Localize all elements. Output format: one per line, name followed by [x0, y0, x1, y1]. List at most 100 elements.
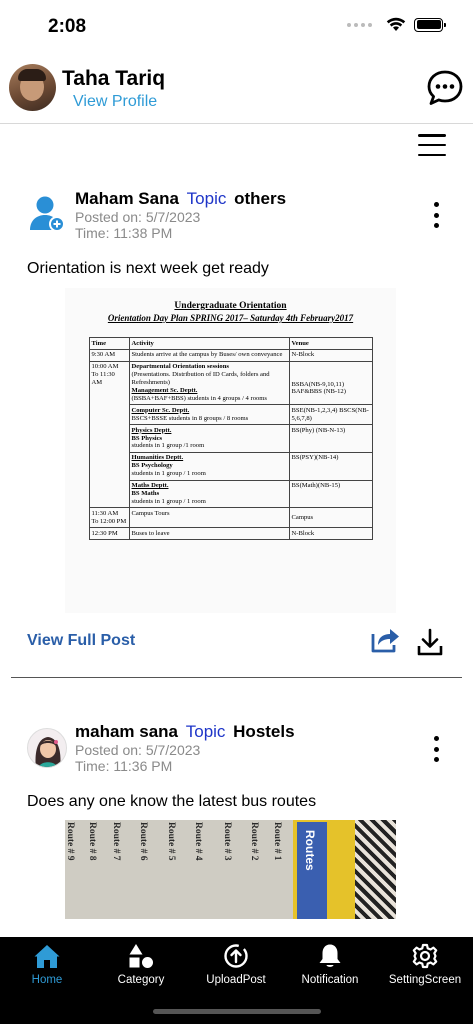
doc-cell: Humanities Deptt. BS Psychology students… [128, 451, 290, 481]
doc-text: students in 1 group / 1 room [131, 470, 206, 478]
upload-icon [224, 944, 248, 968]
doc-text: Departmental Orientation sessions [131, 363, 229, 371]
topic-label: Topic [185, 722, 226, 741]
post-divider [11, 677, 462, 678]
doc-text: Maths Deptt. [131, 482, 169, 490]
doc-cell: Buses to leave [128, 527, 290, 541]
doc-row: Maths Deptt. BS Maths students in 1 grou… [89, 479, 373, 509]
doc-header-venue: Venue [288, 337, 373, 350]
doc-row: Computer Sc. Deptt. BSCS+BSSE students i… [89, 404, 373, 426]
gear-icon [412, 943, 438, 969]
home-icon [34, 945, 60, 968]
post-time: Time: 11:36 PM [75, 758, 173, 774]
tab-label: SettingScreen [388, 974, 462, 986]
avatar[interactable] [9, 64, 56, 111]
status-time: 2:08 [48, 16, 87, 37]
doc-cell: Computer Sc. Deptt. BSCS+BSSE students i… [128, 404, 290, 426]
category-shapes-icon [129, 944, 153, 968]
view-full-post-link[interactable]: View Full Post [27, 632, 135, 650]
route-book-title: Routes [303, 830, 317, 871]
tab-label: Notification [301, 974, 359, 986]
tab-label: UploadPost [206, 974, 266, 986]
tab-upload-post[interactable]: UploadPost [189, 937, 283, 997]
post-date: Posted on: 5/7/2023 [75, 742, 201, 758]
doc-text: students in 1 group / 1 room [131, 497, 206, 505]
doc-header-activity: Activity [128, 337, 290, 350]
tab-category[interactable]: Category [94, 937, 188, 997]
route-label: Route # 7 [111, 822, 121, 861]
doc-subtitle: Orientation Day Plan SPRING 2017– Saturd… [107, 313, 354, 323]
tab-setting-screen[interactable]: SettingScreen [378, 937, 472, 997]
post-options-button[interactable] [432, 202, 440, 228]
doc-cell: Campus Tours [128, 507, 290, 529]
post-author[interactable]: maham sana Topic Hostels [75, 722, 295, 742]
status-bar: 2:08 [0, 0, 473, 54]
post-image[interactable]: Undergraduate Orientation Orientation Da… [65, 288, 396, 613]
doc-cell: Students arrive at the campus by Buses/ … [128, 348, 290, 362]
route-label: Route # 6 [138, 822, 148, 861]
tab-notification[interactable]: Notification [283, 937, 377, 997]
tab-home[interactable]: Home [0, 937, 94, 997]
doc-cell: BSE(NB-1,2,3,4) BSCS(NB-5,6,7,8) [288, 404, 373, 426]
doc-row: Physics Deptt. BS Physics students in 1 … [89, 424, 373, 453]
tab-label: Category [117, 974, 165, 986]
author-name[interactable]: maham sana [75, 722, 178, 741]
fabric-pattern [355, 820, 396, 919]
route-book-cover: Routes [293, 820, 355, 919]
route-label: Route # 5 [166, 822, 176, 861]
doc-text: students in 1 group /1 room [131, 442, 205, 450]
doc-cell: Departmental Orientation sessions (Prese… [128, 360, 290, 406]
topic-name[interactable]: others [234, 189, 286, 208]
doc-cell: BS(Phy) (NB-N-13) [288, 424, 373, 453]
doc-text: (Presentations. Distribution of ID Cards… [131, 371, 270, 387]
doc-text: Humanities Deptt. [131, 454, 184, 462]
post-author[interactable]: Maham Sana Topic others [75, 189, 286, 209]
status-icons [347, 17, 446, 32]
author-name[interactable]: Maham Sana [75, 189, 179, 208]
header-divider [0, 123, 473, 124]
share-icon[interactable] [369, 624, 401, 656]
doc-text: BS Physics [131, 434, 163, 442]
post-image[interactable]: Route # 9 Route # 8 Route # 7 Route # 6 … [65, 820, 396, 919]
doc-table: Time Activity Venue 9:30 AM Students arr… [88, 337, 373, 541]
doc-cell: N-Block [288, 348, 373, 362]
user-add-icon [30, 196, 65, 232]
doc-row: 10:00 AM To 11:30 AM Departmental Orient… [88, 360, 373, 509]
doc-text: (BSBA+BAF+BBS) students in 4 groups / 4 … [131, 394, 267, 402]
doc-cell: 12:30 PM [88, 527, 130, 541]
topic-name[interactable]: Hostels [233, 722, 294, 741]
doc-cell: N-Block [288, 527, 373, 541]
doc-row: 9:30 AM Students arrive at the campus by… [88, 348, 373, 362]
signal-dots-icon [347, 22, 372, 27]
hamburger-menu-button[interactable] [418, 134, 446, 156]
doc-text: Physics Deptt. [131, 426, 172, 434]
route-label: Route # 3 [222, 822, 232, 861]
route-label: Route # 9 [65, 822, 75, 861]
download-icon[interactable] [416, 627, 444, 657]
doc-row: 12:30 PM Buses to leave N-Block [88, 527, 373, 541]
post-time: Time: 11:38 PM [75, 225, 173, 241]
battery-icon [414, 17, 446, 32]
post-date: Posted on: 5/7/2023 [75, 209, 201, 225]
doc-cell: BSBA(NB-9,10,11) BAF&BBS (NB-12) [288, 360, 373, 406]
profile-header: Taha Tariq View Profile [0, 60, 473, 122]
topic-label: Topic [186, 189, 227, 208]
avatar[interactable] [27, 728, 67, 768]
doc-cell: BS(Math)(NB-15) [288, 479, 373, 509]
chat-bubble-icon[interactable] [426, 69, 464, 107]
doc-text: BS Psychology [131, 462, 173, 470]
view-profile-link[interactable]: View Profile [73, 93, 157, 111]
doc-row: Humanities Deptt. BS Psychology students… [89, 451, 373, 481]
user-name: Taha Tariq [62, 67, 166, 90]
post-options-button[interactable] [432, 736, 440, 762]
doc-row: 11:30 AM To 12:00 PM Campus Tours Campus [88, 507, 373, 529]
doc-cell: Maths Deptt. BS Maths students in 1 grou… [128, 479, 290, 509]
doc-cell: 9:30 AM [88, 348, 130, 362]
doc-cell: 11:30 AM To 12:00 PM [88, 507, 130, 529]
tab-label: Home [31, 974, 63, 986]
doc-text: BS Maths [131, 490, 160, 497]
doc-header-time: Time [88, 337, 130, 350]
doc-cell: Physics Deptt. BS Physics students in 1 … [128, 424, 290, 453]
route-label: Route # 1 [272, 822, 282, 861]
route-label: Route # 8 [87, 822, 97, 861]
